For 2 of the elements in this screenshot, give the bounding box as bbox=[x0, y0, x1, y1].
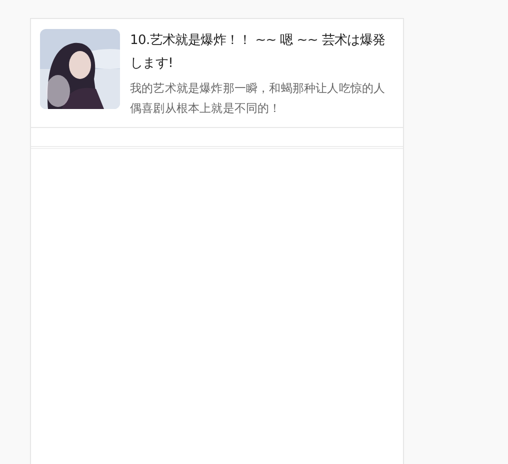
article-summary: 我的艺术就是爆炸那一瞬，和蝎那种让人吃惊的人偶喜剧从根本上就是不同的！ bbox=[130, 80, 386, 117]
article-title[interactable]: 10.艺术就是爆炸！！ ~~ 嗯 ~~ 芸术は爆発します! bbox=[130, 29, 393, 75]
